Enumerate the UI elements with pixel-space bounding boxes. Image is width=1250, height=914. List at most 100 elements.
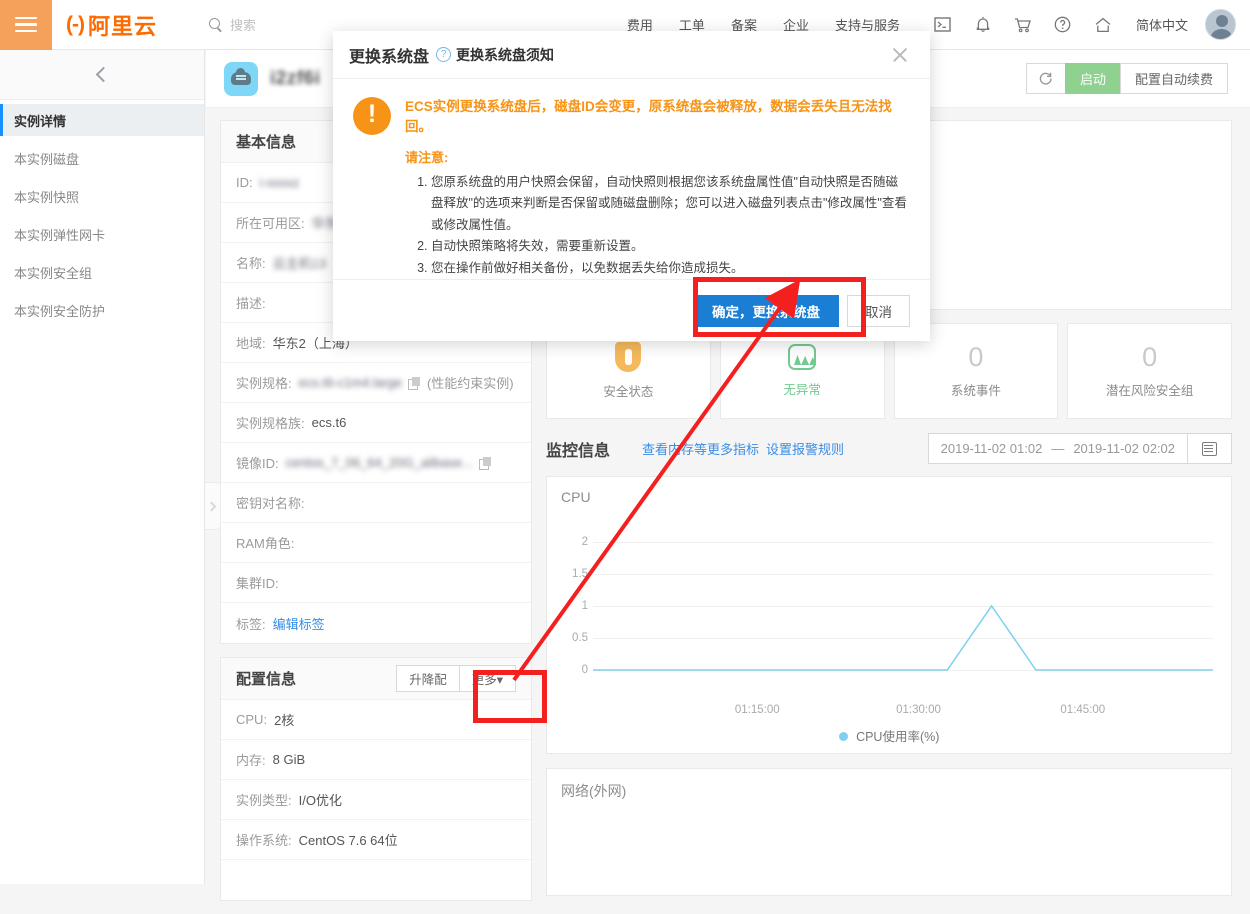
dialog-footer: 确定，更换系统盘 取消 <box>333 279 930 341</box>
hamburger-menu-icon[interactable] <box>0 0 52 50</box>
bell-icon[interactable] <box>963 0 1003 50</box>
config-row-instance-type: 实例类型: I/O优化 <box>221 780 531 820</box>
legend-label: CPU使用率(%) <box>856 730 940 744</box>
cpu-chart-card: CPU 0 0.5 1 1.5 2 01:15:00 01:30:00 01:45:00 CP… <box>546 476 1232 754</box>
dialog-notice-item: 您原系统盘的用户快照会保留，自动快照则根据您该系统盘属性值"自动快照是否随磁盘释… <box>431 172 910 237</box>
refresh-button[interactable] <box>1025 63 1066 94</box>
info-row-keypair: 密钥对名称: <box>221 483 531 523</box>
config-row-memory: 内存: 8 GiB <box>221 740 531 780</box>
date-range-start: 2019-11-02 01:02 <box>940 441 1043 456</box>
status-card-risky-security-groups[interactable]: 0 潜在风险安全组 <box>1067 323 1232 419</box>
date-range-picker[interactable]: 2019-11-02 01:02 — 2019-11-02 02:02 <box>927 433 1188 464</box>
monitor-header: 监控信息 查看内存等更多指标 设置报警规则 2019-11-02 01:02 —… <box>546 433 1232 464</box>
info-row-cluster-id: 集群ID: <box>221 563 531 603</box>
legend-marker-icon <box>838 732 848 741</box>
copy-icon[interactable] <box>407 376 420 390</box>
status-card-label: 无异常 <box>783 383 821 397</box>
shield-icon <box>615 342 642 372</box>
row-value: 云主机13 <box>272 256 327 271</box>
aliyun-logo[interactable]: (-) 阿里云 <box>66 9 157 41</box>
config-info-card: 配置信息 升降配 更多▾ CPU: 2核 内存: 8 GiB 实例类型: I/O <box>220 657 532 901</box>
sidebar-item-label: 本实例快照 <box>14 189 80 205</box>
avatar[interactable] <box>1205 9 1236 40</box>
sidebar-item-label: 本实例安全防护 <box>14 303 106 319</box>
upgrade-downgrade-button[interactable]: 升降配 <box>396 665 460 692</box>
dialog-notice-list: 您原系统盘的用户快照会保留，自动快照则根据您该系统盘属性值"自动快照是否随磁盘释… <box>405 172 910 280</box>
dialog-warning-note: 请注意: <box>405 149 449 165</box>
row-label: 名称: <box>236 256 266 271</box>
dialog-notice-item: 您在操作前做好相关备份，以免数据丢失给你造成损失。 <box>431 258 910 280</box>
change-system-disk-dialog: 更换系统盘 ? 更换系统盘须知 ! ECS实例更换系统盘后，磁盘ID会变更，原系… <box>333 31 930 341</box>
search-input[interactable]: 搜索 <box>209 15 256 34</box>
chevron-left-icon <box>95 66 112 83</box>
sidebar-item-instance-detail[interactable]: 实例详情 <box>0 104 204 136</box>
row-label: 所在可用区: <box>236 216 305 231</box>
row-label: 地域: <box>236 336 266 351</box>
sidebar-expand-handle[interactable] <box>205 482 221 530</box>
sidebar-item-security-groups[interactable]: 本实例安全组 <box>0 256 204 288</box>
config-action-buttons: 升降配 更多▾ <box>396 665 516 692</box>
row-value: 8 GiB <box>272 752 306 767</box>
alarm-rules-link[interactable]: 设置报警规则 <box>766 439 844 458</box>
row-value: ecs.t6 <box>311 415 347 430</box>
confirm-change-system-disk-button[interactable]: 确定，更换系统盘 <box>693 294 839 327</box>
help-icon[interactable] <box>1043 0 1083 50</box>
dialog-body: ! ECS实例更换系统盘后，磁盘ID会变更，原系统盘会被释放，数据会丢失且无法找… <box>333 79 930 279</box>
info-row-instance-type: 实例规格: ecs.t6-c1m4.large (性能约束实例) <box>221 363 531 403</box>
status-card-label: 潜在风险安全组 <box>1105 383 1194 398</box>
instance-action-buttons: 启动 配置自动续费 <box>1025 63 1228 94</box>
sidebar-item-security-protection[interactable]: 本实例安全防护 <box>0 294 204 326</box>
auto-renew-config-button[interactable]: 配置自动续费 <box>1119 63 1228 94</box>
cart-icon[interactable] <box>1003 0 1043 50</box>
cancel-button[interactable]: 取消 <box>847 294 910 327</box>
network-chart-title: 网络(外网) <box>561 783 627 799</box>
config-info-header: 配置信息 升降配 更多▾ <box>221 658 531 700</box>
page-title: i2zf6i <box>270 67 321 89</box>
config-more-button[interactable]: 更多▾ <box>458 665 516 692</box>
row-label: 实例规格: <box>236 376 292 391</box>
language-selector[interactable]: 简体中文 <box>1123 15 1201 34</box>
cpu-chart-legend: CPU使用率(%) <box>561 726 1217 745</box>
network-chart-card: 网络(外网) <box>546 768 1232 896</box>
row-label: 密钥对名称: <box>236 496 305 511</box>
row-value: I/O优化 <box>298 793 342 808</box>
sidebar-item-label: 本实例磁盘 <box>14 151 80 167</box>
row-label: 操作系统: <box>236 833 292 848</box>
sidebar-item-snapshots[interactable]: 本实例快照 <box>0 180 204 212</box>
start-instance-button[interactable]: 启动 <box>1064 63 1121 94</box>
dialog-subtitle: 更换系统盘须知 <box>456 46 555 63</box>
monitor-title: 监控信息 <box>546 442 611 460</box>
chart-x-tick-label: 01:30:00 <box>896 704 941 716</box>
sidebar-item-enis[interactable]: 本实例弹性网卡 <box>0 218 204 250</box>
sidebar-item-label: 本实例安全组 <box>14 265 93 281</box>
close-icon[interactable] <box>886 41 914 69</box>
row-value: 2核 <box>274 713 295 728</box>
dialog-notice-item: 自动快照策略将失效，需要重新设置。 <box>431 236 910 258</box>
row-label: 集群ID: <box>236 576 279 591</box>
cloud-server-icon <box>224 61 258 96</box>
row-value: ecs.t6-c1m4.large <box>298 375 402 390</box>
row-label: RAM角色: <box>236 536 295 551</box>
warning-icon: ! <box>353 97 391 135</box>
cpu-chart-plot: 0 0.5 1 1.5 2 01:15:00 01:30:00 01:45:00 <box>561 511 1217 716</box>
date-range-end: 2019-11-02 02:02 <box>1073 441 1175 456</box>
edit-tags-link[interactable]: 编辑标签 <box>273 614 325 633</box>
row-label: 实例类型: <box>236 793 292 808</box>
left-sidebar: 实例详情 本实例磁盘 本实例快照 本实例弹性网卡 本实例安全组 本实例安全防护 <box>0 50 205 884</box>
more-metrics-link[interactable]: 查看内存等更多指标 <box>642 439 759 458</box>
calendar-button[interactable] <box>1188 433 1232 464</box>
pulse-icon <box>788 344 817 370</box>
sidebar-item-disks[interactable]: 本实例磁盘 <box>0 142 204 174</box>
search-placeholder: 搜索 <box>230 18 257 33</box>
row-label: 标签: <box>236 616 266 632</box>
status-card-value: 0 <box>1142 341 1158 372</box>
row-value: centos_7_06_64_20G_alibase... <box>285 455 473 470</box>
chevron-right-icon <box>206 501 217 511</box>
monitor-links: 查看内存等更多指标 设置报警规则 <box>642 439 844 458</box>
help-circle-icon[interactable]: ? <box>436 47 452 62</box>
row-value: i-xxxxz <box>259 175 300 190</box>
status-card-label: 安全状态 <box>603 385 654 399</box>
copy-icon[interactable] <box>478 456 491 470</box>
sidebar-collapse-button[interactable] <box>0 50 204 100</box>
home-icon[interactable] <box>1083 0 1123 50</box>
